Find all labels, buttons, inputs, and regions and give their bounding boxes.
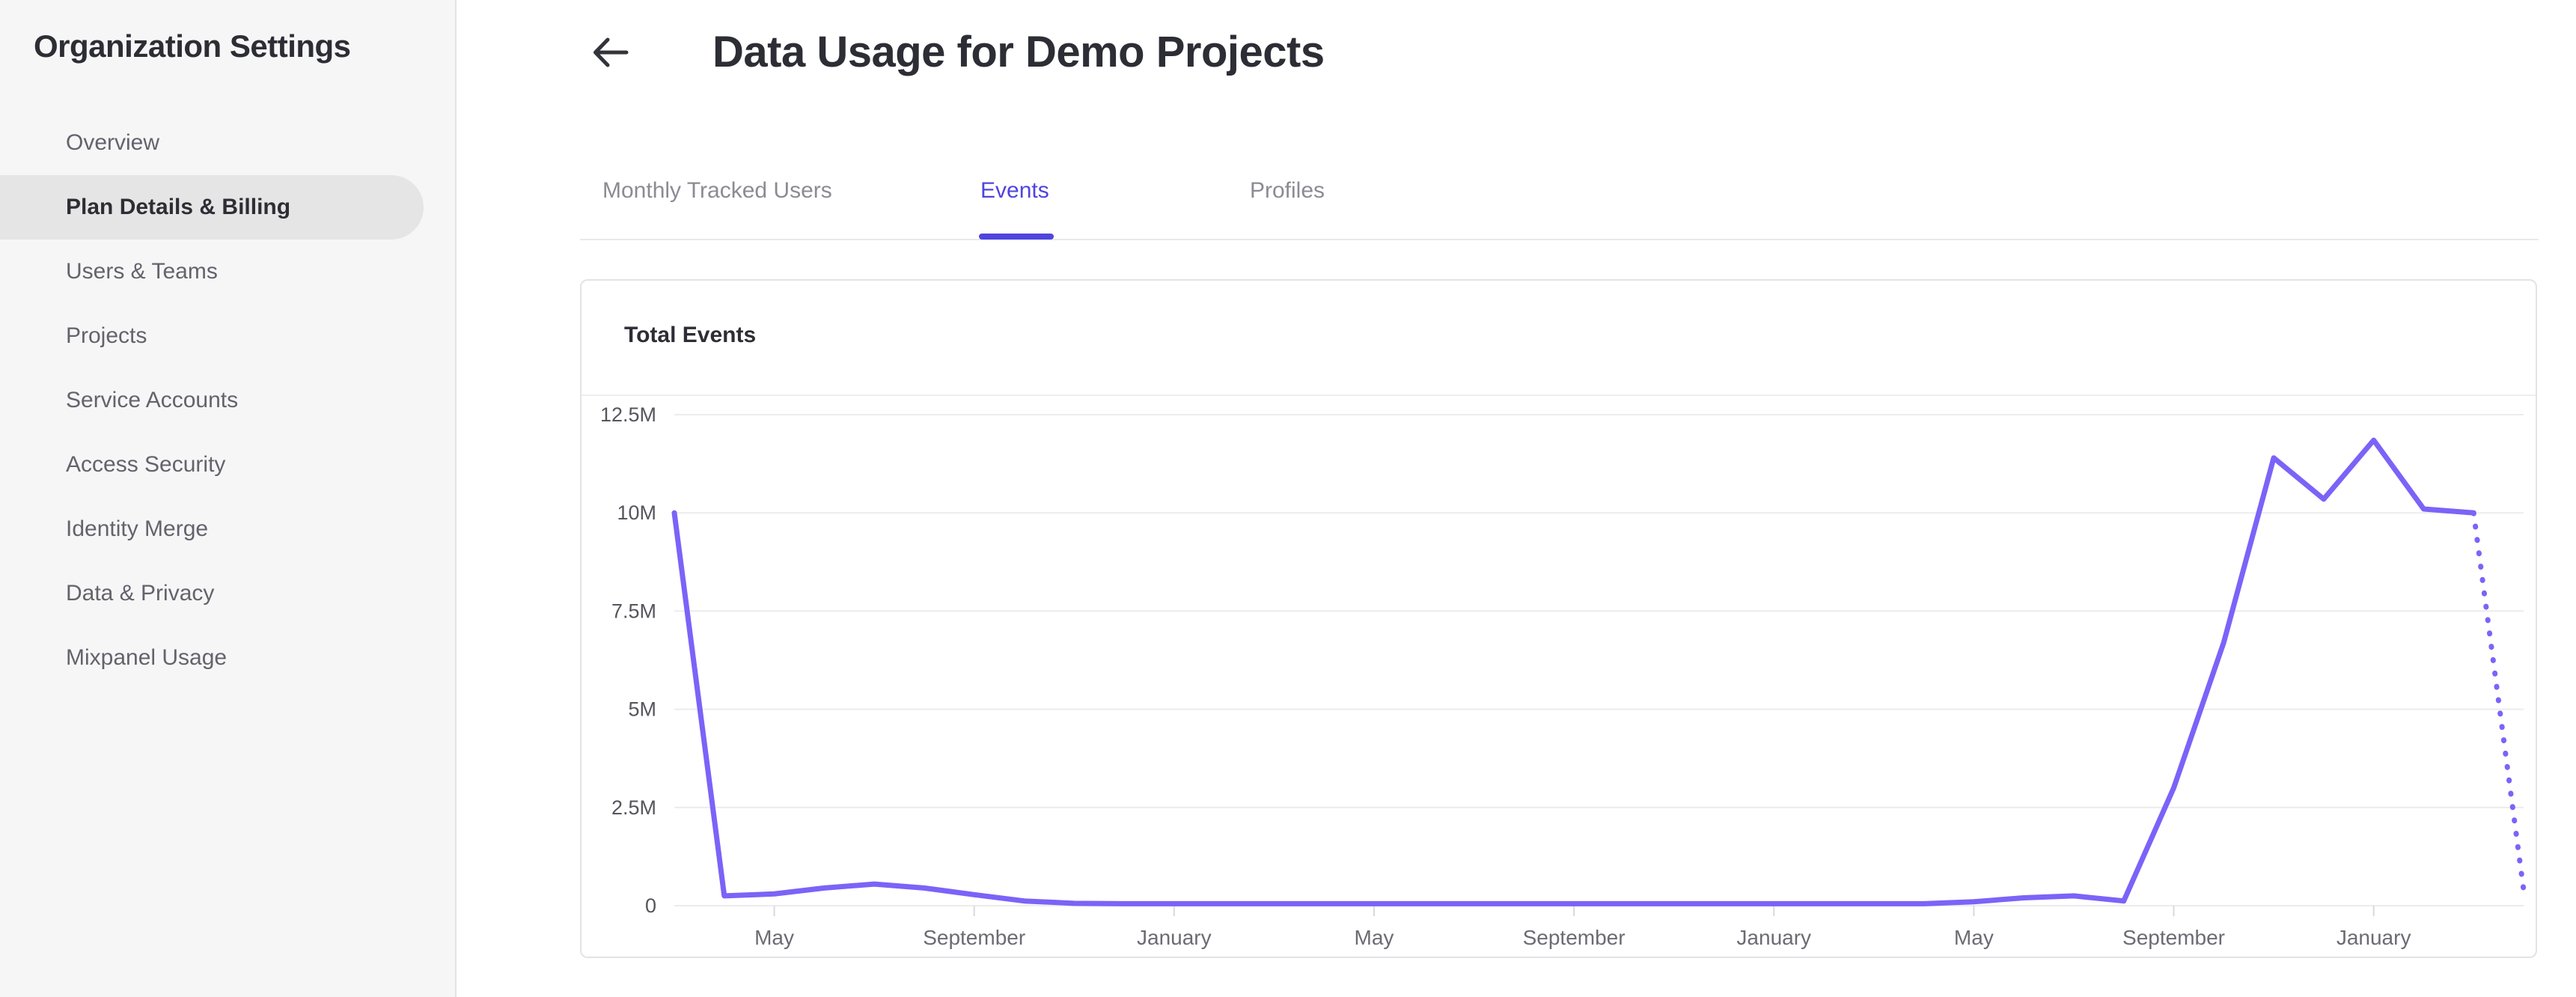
sidebar-item-access-security[interactable]: Access Security — [0, 433, 457, 497]
svg-text:May: May — [1954, 926, 1994, 949]
svg-text:January: January — [1137, 926, 1212, 949]
sidebar-item-service-accounts[interactable]: Service Accounts — [0, 368, 457, 433]
svg-text:January: January — [1736, 926, 1811, 949]
sidebar-item-plan-details-billing[interactable]: Plan Details & Billing — [0, 175, 424, 240]
sidebar-item-label: Mixpanel Usage — [66, 645, 228, 670]
sidebar-title: Organization Settings — [34, 28, 351, 64]
back-button[interactable] — [587, 30, 632, 75]
sidebar-item-overview[interactable]: Overview — [0, 111, 457, 175]
sidebar-item-users-teams[interactable]: Users & Teams — [0, 240, 457, 304]
sidebar-nav: Overview Plan Details & Billing Users & … — [0, 111, 457, 690]
total-events-card: Total Events 0 2.5M 5M 7.5M 10M 12.5M May Septe… — [580, 279, 2537, 958]
sidebar-item-label: Users & Teams — [66, 259, 218, 284]
svg-text:September: September — [2122, 926, 2225, 949]
page-title: Data Usage for Demo Projects — [712, 28, 1325, 76]
sidebar-item-data-privacy[interactable]: Data & Privacy — [0, 561, 457, 626]
active-tab-indicator — [979, 234, 1054, 240]
svg-text:12.5M: 12.5M — [600, 403, 656, 426]
svg-text:2.5M: 2.5M — [611, 796, 656, 819]
sidebar-item-label: Projects — [66, 323, 147, 348]
sidebar-item-label: Plan Details & Billing — [66, 195, 291, 219]
sidebar: Organization Settings Overview Plan Deta… — [0, 0, 457, 997]
card-title: Total Events — [624, 323, 757, 347]
sidebar-item-label: Overview — [66, 130, 160, 155]
sidebar-item-label: Data & Privacy — [66, 581, 215, 606]
card-header: Total Events — [582, 281, 2536, 396]
tab-profiles[interactable]: Profiles — [1250, 168, 1325, 213]
tabs-divider — [580, 239, 2539, 240]
tab-events[interactable]: Events — [980, 168, 1049, 213]
sidebar-item-mixpanel-usage[interactable]: Mixpanel Usage — [0, 626, 457, 690]
events-line-chart: 0 2.5M 5M 7.5M 10M 12.5M May September January Ma… — [582, 397, 2536, 957]
svg-text:May: May — [1355, 926, 1394, 949]
svg-text:May: May — [754, 926, 794, 949]
sidebar-item-label: Identity Merge — [66, 516, 209, 541]
sidebar-item-projects[interactable]: Projects — [0, 304, 457, 368]
org-settings-page: Organization Settings Overview Plan Deta… — [0, 0, 2576, 997]
svg-text:0: 0 — [645, 894, 656, 917]
svg-text:September: September — [923, 926, 1025, 949]
svg-text:10M: 10M — [617, 501, 656, 524]
sidebar-item-label: Service Accounts — [66, 388, 239, 412]
svg-text:January: January — [2337, 926, 2411, 949]
tab-monthly-tracked-users[interactable]: Monthly Tracked Users — [602, 168, 832, 213]
svg-text:7.5M: 7.5M — [611, 600, 656, 622]
svg-text:September: September — [1523, 926, 1626, 949]
arrow-left-icon — [587, 37, 632, 77]
sidebar-item-identity-merge[interactable]: Identity Merge — [0, 497, 457, 561]
svg-text:5M: 5M — [628, 698, 656, 721]
sidebar-item-label: Access Security — [66, 452, 226, 477]
